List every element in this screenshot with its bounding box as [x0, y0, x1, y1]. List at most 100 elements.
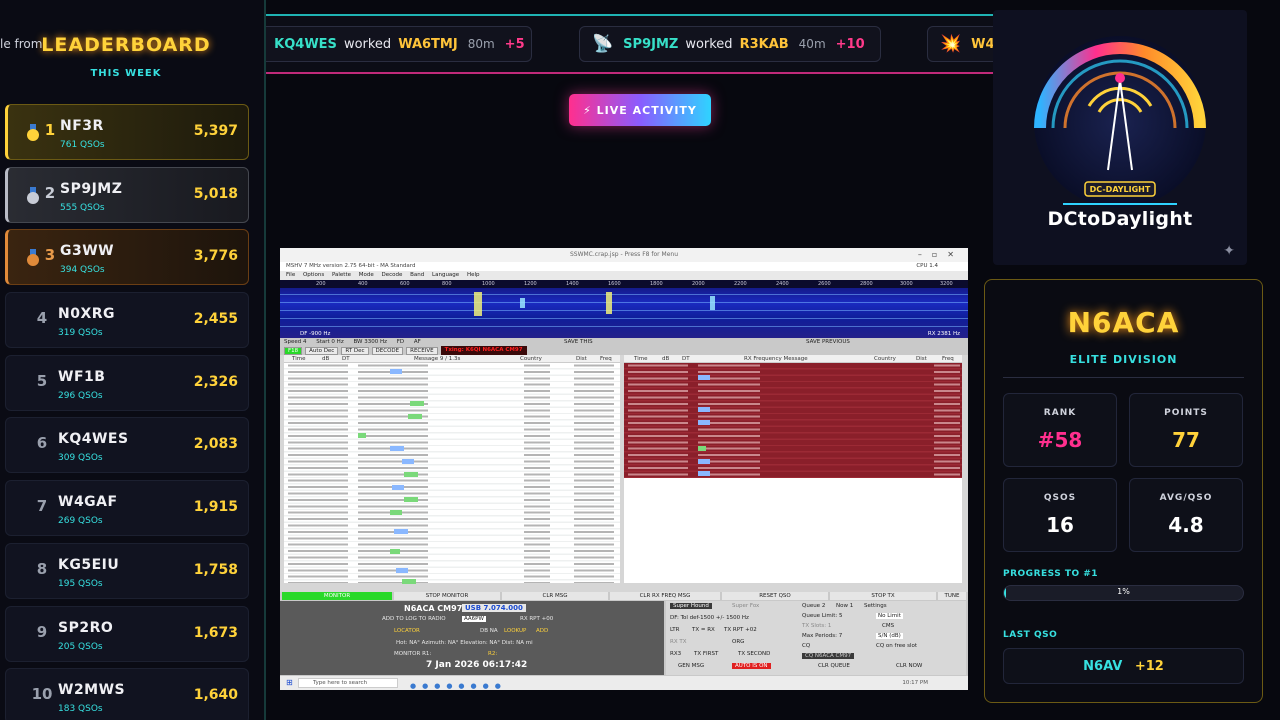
ticker-band: 80m [467, 37, 495, 51]
auto-dec-toggle[interactable]: Auto Dec [305, 346, 339, 355]
fd-control[interactable]: FD [397, 339, 404, 345]
add-button[interactable]: ADD [536, 628, 548, 634]
windows-taskbar: ⊞ Type here to search ●●●●●●●● 10:17 PM [280, 676, 968, 690]
row-points: 1,758 [193, 561, 238, 578]
rank-label: RANK [1043, 408, 1077, 418]
super-fox-toggle[interactable]: Super Fox [732, 603, 759, 609]
af-control[interactable]: AF [414, 339, 421, 345]
satellite-dish-icon: 📡 [592, 34, 614, 54]
save-previous-button[interactable]: SAVE PREVIOUS [806, 338, 850, 346]
speed-control[interactable]: Speed 4 [284, 339, 307, 345]
tx-rpt[interactable]: TX RPT +02 [724, 627, 757, 633]
ltr-toggle[interactable]: LTR [670, 627, 680, 633]
clr-now-button[interactable]: CLR NOW [896, 663, 922, 669]
menu-band[interactable]: Band [410, 272, 424, 278]
row-points: 5,397 [193, 123, 238, 139]
menu-decode[interactable]: Decode [382, 272, 403, 278]
menu-palette[interactable]: Palette [332, 272, 351, 278]
menu-options[interactable]: Options [303, 272, 324, 278]
row-callsign: NF3R [60, 118, 104, 134]
menu-help[interactable]: Help [467, 272, 480, 278]
scale-tick: 1000 [482, 281, 495, 287]
org-field[interactable]: ORG [732, 639, 744, 645]
live-activity-button[interactable]: ⚡ LIVE ACTIVITY [569, 94, 711, 126]
reset-qso-button[interactable]: RESET QSO [722, 592, 828, 600]
stop-monitor-button[interactable]: STOP MONITOR [394, 592, 500, 600]
row-rank: 1 [44, 121, 56, 139]
locator-button[interactable]: LOCATOR [394, 628, 420, 634]
qsos-value: 16 [1046, 513, 1074, 537]
auto-on-button[interactable]: AUTO IS ON [732, 663, 771, 669]
start-control[interactable]: Start 0 Hz [316, 339, 343, 345]
super-hound-toggle[interactable]: Super Hound [670, 603, 712, 609]
rank-box: RANK #58 [1003, 393, 1117, 467]
decode-button[interactable]: DECODE [371, 346, 404, 355]
save-this-button[interactable]: SAVE THIS [564, 338, 593, 346]
db-na: DB NA [480, 628, 498, 634]
row-callsign: WF1B [58, 368, 106, 385]
waterfall-controls: Speed 4 Start 0 Hz BW 3300 Hz FD AF SAVE… [280, 338, 968, 346]
cq-free-slot-checkbox[interactable]: CQ on free slot [876, 643, 917, 649]
sn-db-select[interactable]: S/N (dB) [876, 633, 903, 639]
row-callsign: N0XRG [58, 306, 116, 323]
menu-mode[interactable]: Mode [359, 272, 374, 278]
last-qso-label: LAST QSO [1003, 630, 1058, 640]
azimuth-info: Hot: NA° Azimuth: NA° Elevation: NA° Dis… [396, 640, 533, 646]
taskbar-app-icons[interactable]: ●●●●●●●● [410, 679, 507, 693]
clr-rx-freq-msg-button[interactable]: CLR RX FREQ MSG [610, 592, 720, 600]
cms-checkbox[interactable]: CMS [882, 623, 894, 629]
his-call-input[interactable]: AA6PW [462, 616, 486, 622]
leaderboard-row: 7 W4GAF 269 QSOs 1,915 [5, 480, 249, 537]
row-qsos: 555 QSOs [60, 202, 105, 213]
bw-control[interactable]: BW 3300 Hz [353, 339, 387, 345]
add-to-log-button[interactable]: ADD TO LOG TO RADIO [382, 616, 446, 622]
scale-tick: 800 [442, 281, 452, 287]
band-activity-pane[interactable]: Time dB DT Message 9 / 1.3s Country Dist… [284, 355, 620, 584]
f18-button[interactable]: F18 [284, 346, 303, 355]
tx-slots[interactable]: TX Slots: 1 [802, 623, 831, 629]
leaderboard-row: 10 W2MWS 183 QSOs 1,640 [5, 668, 249, 720]
row-callsign: KG5EIU [58, 556, 120, 573]
leaderboard-row: 4 N0XRG 319 QSOs 2,455 [5, 292, 249, 349]
menu-language[interactable]: Language [432, 272, 459, 278]
rx3-button[interactable]: RX3 [670, 651, 681, 657]
windows-start-icon[interactable]: ⊞ [286, 676, 293, 690]
menu-file[interactable]: File [286, 272, 295, 278]
settings-tab[interactable]: Settings [864, 603, 887, 609]
monitor-button[interactable]: MONITOR [282, 592, 392, 600]
avg-label: AVG/QSO [1159, 493, 1213, 503]
rx-frequency-header: Time dB DT RX Frequency Message Country … [624, 355, 962, 363]
gen-msg-button[interactable]: GEN MSG [678, 663, 704, 669]
qsos-box: QSOS 16 [1003, 478, 1117, 552]
no-limit-select[interactable]: No Limit [876, 613, 903, 619]
clr-queue-button[interactable]: CLR QUEUE [818, 663, 850, 669]
taskbar-search[interactable]: Type here to search [298, 678, 398, 688]
tx-second-radio[interactable]: TX SECOND [738, 651, 770, 657]
rt-dec-toggle[interactable]: RT Dec [341, 346, 369, 355]
tune-button[interactable]: TUNE [938, 592, 966, 600]
cq-message[interactable]: CQ N6ACA CM97 [802, 653, 855, 659]
waterfall-display[interactable]: DF -900 Hz RX 2381 Hz [280, 288, 968, 338]
rx-frequency-pane[interactable]: Time dB DT RX Frequency Message Country … [624, 355, 962, 583]
row-callsign: KQ4WES [58, 431, 129, 448]
ticker-overflow-text: le from [0, 37, 43, 51]
stop-tx-button[interactable]: STOP TX [830, 592, 936, 600]
clr-msg-button[interactable]: CLR MSG [502, 592, 608, 600]
col-time: Time [292, 356, 306, 362]
window-titlebar: SSWMC.crap.jsp - Press F8 for Menu –▫✕ [280, 248, 968, 262]
window-controls[interactable]: –▫✕ [918, 248, 964, 262]
receive-button[interactable]: RECEIVE [406, 346, 438, 355]
monitor-r1: MONITOR R1: [394, 651, 432, 657]
rx-rpt[interactable]: RX RPT +00 [520, 616, 553, 622]
max-periods[interactable]: Max Periods: 7 [802, 633, 842, 639]
df-tolerance[interactable]: DF: Tol def-1500 +/- 1500 Hz [670, 615, 749, 621]
row-qsos: 183 QSOs [58, 704, 103, 715]
lookup-button[interactable]: LOOKUP [504, 628, 526, 634]
tx-first-radio[interactable]: TX FIRST [694, 651, 718, 657]
points-value: 77 [1172, 428, 1200, 452]
explosion-icon: 💥 [940, 34, 962, 54]
queue-limit[interactable]: Queue Limit: 5 [802, 613, 843, 619]
col-db: dB [662, 356, 670, 362]
tx-eq-rx-button[interactable]: TX = RX [692, 627, 715, 633]
usb-frequency[interactable]: USB 7.074.000 [462, 604, 526, 612]
